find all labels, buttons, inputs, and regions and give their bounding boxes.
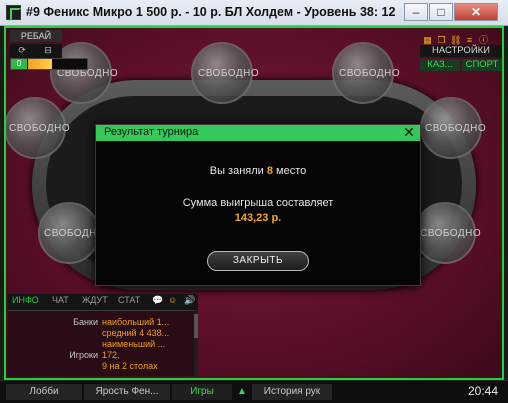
window-title: #9 Феникс Микро 1 500 р. - 10 р. БЛ Холд…: [26, 5, 396, 19]
games-tab[interactable]: Игры: [172, 384, 232, 400]
seat-8-label: СВОБОДНО: [9, 123, 71, 134]
info-value-average: средний 4 438...: [102, 328, 170, 338]
poker-table-area: СВОБОДНО СВОБОДНО СВОБОДНО СВОБОДНО СВОБ…: [4, 26, 504, 380]
rebuy-progress: 0: [10, 58, 88, 70]
info-scrollbar[interactable]: [194, 310, 198, 376]
info-value-smallest: наименьший ...: [102, 339, 166, 349]
info-label-pots: Банки: [73, 317, 98, 327]
maximize-button[interactable]: □: [429, 3, 453, 21]
info-value-tables: 9 на 2 столах: [102, 361, 158, 371]
sound-icon[interactable]: 🔊: [184, 295, 195, 306]
chevron-up-icon[interactable]: ▲: [234, 384, 250, 400]
tournament-tab[interactable]: Ярость Фен...: [84, 384, 170, 400]
minimize-button[interactable]: –: [404, 3, 428, 21]
tab-stats[interactable]: СТАТ: [118, 295, 140, 305]
place-prefix: Вы заняли: [209, 165, 267, 177]
emoji-icon[interactable]: ☺: [168, 295, 177, 305]
window-icon[interactable]: ⊟: [42, 45, 54, 56]
tournament-result-dialog: Результат турнира ✕ Вы заняли 8 место Су…: [95, 124, 421, 286]
info-value-players: 172,: [102, 350, 120, 360]
info-panel: ИНФО ЧАТ ЖДУТ СТАТ 💬 ☺ 🔊 Банки наибольши…: [8, 294, 198, 376]
seat-3-label: СВОБОДНО: [339, 68, 401, 79]
clock: 20:44: [467, 384, 498, 398]
settings-button[interactable]: НАСТРОЙКИ: [420, 45, 502, 57]
tab-waiting[interactable]: ЖДУТ: [82, 295, 108, 305]
prize-amount: 143,23 р.: [234, 212, 282, 224]
info-content: Банки наибольший 1... средний 4 438... н…: [8, 310, 198, 376]
casino-button[interactable]: КАЗ...: [420, 59, 460, 71]
prize-text: Сумма выигрыша составляет: [182, 197, 334, 209]
place-suffix: место: [272, 165, 307, 177]
rebuy-controls: ⟳ ⊟: [10, 44, 62, 58]
window-titlebar: #9 Феникс Микро 1 500 р. - 10 р. БЛ Холд…: [0, 0, 508, 26]
finish-place-text: Вы заняли 8 место: [96, 165, 420, 177]
bottom-navigation: Лобби Ярость Фен... Игры ▲ История рук 2…: [0, 380, 508, 403]
info-label-players: Игроки: [69, 350, 98, 360]
sport-button[interactable]: СПОРТ: [462, 59, 502, 71]
app-logo-icon: [6, 5, 21, 21]
dialog-title: Результат турнира: [104, 126, 199, 138]
dialog-close-icon[interactable]: ✕: [402, 124, 416, 140]
info-tabs: ИНФО ЧАТ ЖДУТ СТАТ 💬 ☺ 🔊: [8, 294, 198, 308]
close-dialog-button[interactable]: ЗАКРЫТЬ: [207, 251, 309, 271]
info-value-largest: наибольший 1...: [102, 317, 170, 327]
refresh-icon[interactable]: ⟳: [16, 45, 28, 56]
rebuy-count: 0: [11, 59, 27, 69]
tab-info[interactable]: ИНФО: [12, 295, 39, 305]
chat-bubble-icon[interactable]: 💬: [152, 295, 163, 306]
lobby-tab[interactable]: Лобби: [6, 384, 82, 400]
close-window-button[interactable]: ✕: [454, 3, 498, 21]
tab-chat[interactable]: ЧАТ: [52, 295, 69, 305]
dialog-header: Результат турнира ✕: [96, 124, 420, 141]
hand-history-tab[interactable]: История рук: [252, 384, 332, 400]
settings-panel: ▦ ❐ ⛓ ≡ ⓘ НАСТРОЙКИ КАЗ... СПОРТ: [420, 30, 502, 72]
rebuy-button[interactable]: РЕБАЙ: [10, 30, 62, 42]
seat-5-label: СВОБОДНО: [420, 228, 482, 239]
seat-2-label: СВОБОДНО: [198, 68, 260, 79]
toolbar-icons: ▦ ❐ ⛓ ≡ ⓘ: [422, 30, 502, 45]
rebuy-progress-fill: [28, 59, 52, 69]
seat-4-label: СВОБОДНО: [425, 123, 487, 134]
